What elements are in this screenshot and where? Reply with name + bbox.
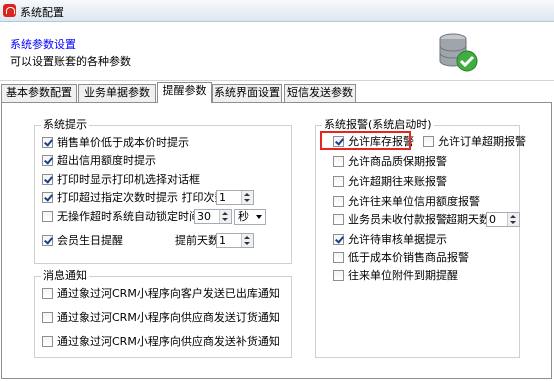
option-label: 通过象过河CRM小程序向供应商发送补货通知 [57,335,280,348]
lock-time-unit-value: 秒 [238,210,249,223]
checkbox[interactable] [423,136,434,147]
lock-time-unit-select[interactable]: 秒 [234,209,266,225]
checkbox[interactable] [333,196,344,207]
checkbox[interactable] [42,312,53,323]
down-arrow-icon[interactable] [222,218,228,221]
option-label: 允许订单超期报警 [438,135,526,148]
up-arrow-icon[interactable] [510,215,516,218]
title-bar: 系统配置 [0,0,554,22]
tab-basic-params[interactable]: 基本参数配置 [1,84,77,102]
overdue-days-value: 0 [489,213,496,226]
advance-days-stepper[interactable]: 1 [216,233,254,248]
database-check-icon [439,33,478,72]
app-logo-icon [3,4,16,17]
tab-ui-settings[interactable]: 系统界面设置 [212,84,282,102]
option-label: 通过象过河CRM小程序向客户发送已出库通知 [57,287,280,300]
checkbox[interactable] [333,252,344,263]
up-arrow-icon[interactable] [222,212,228,215]
advance-days-value: 1 [219,234,226,247]
checkbox[interactable] [42,137,53,148]
up-arrow-icon[interactable] [244,236,250,239]
checkbox[interactable] [42,155,53,166]
option-label: 会员生日提醒 [57,234,123,247]
option-label: 超出信用额度时提示 [57,154,156,167]
down-arrow-icon[interactable] [244,199,250,202]
stepper-buttons[interactable] [241,191,253,204]
option-label: 业务员未收付款报警 [348,213,447,226]
overdue-days-label: 超期天数 [446,213,490,226]
dialog-header: 系统参数设置 可以设置账套的各种参数 [0,22,554,81]
tab-strip: 基本参数配置 业务单据参数 提醒参数 系统界面设置 短信发送参数 [0,82,554,103]
option-label: 允许超期往来账报警 [348,175,447,188]
print-count-value: 1 [219,191,226,204]
chevron-down-icon[interactable] [256,215,262,219]
stock-alarm-highlight [320,131,411,150]
option-label: 允许商品质保期报警 [348,155,447,168]
checkbox[interactable] [333,270,344,281]
option-label: 低于成本价销售商品报警 [348,251,469,264]
checkbox[interactable] [333,176,344,187]
lock-time-value: 30 [197,210,211,223]
checkbox[interactable] [42,288,53,299]
checkbox[interactable] [333,156,344,167]
overdue-days-stepper[interactable]: 0 [486,212,520,227]
stepper-buttons[interactable] [241,234,253,247]
option-label: 无操作超时系统自动锁定时间 [57,210,200,223]
stepper-buttons[interactable] [507,213,519,226]
option-label: 往来单位附件到期提醒 [348,269,458,282]
message-notify-title: 消息通知 [41,269,89,283]
tab-reminder-params[interactable]: 提醒参数 [157,82,212,103]
advance-days-label: 提前天数 [175,234,219,247]
option-label: 打印时显示打印机选择对话框 [57,173,200,186]
print-count-stepper[interactable]: 1 [216,190,254,205]
option-label: 销售单价低于成本价时提示 [57,136,189,149]
checkbox[interactable] [42,336,53,347]
header-subtitle: 可以设置账套的各种参数 [10,55,131,68]
tab-business-doc-params[interactable]: 业务单据参数 [78,84,156,102]
option-label: 允许待审核单据提示 [348,233,447,246]
checkbox[interactable] [42,174,53,185]
system-alarm-title: 系统报警(系统启动时) [322,118,434,132]
checkbox[interactable] [42,211,53,222]
down-arrow-icon[interactable] [244,242,250,245]
checkbox[interactable] [333,214,344,225]
lock-time-stepper[interactable]: 30 [194,209,232,224]
option-label: 打印超过指定次数时提示 打印次数 [57,191,226,204]
option-label: 允许往来单位信用额度报警 [348,195,480,208]
option-label: 通过象过河CRM小程序向供应商发送订货通知 [57,311,280,324]
stepper-buttons[interactable] [219,210,231,223]
tab-sms-params[interactable]: 短信发送参数 [284,84,356,102]
up-arrow-icon[interactable] [244,193,250,196]
down-arrow-icon[interactable] [510,221,516,224]
window-title: 系统配置 [20,6,64,19]
checkbox[interactable] [42,192,53,203]
system-tips-title: 系统提示 [41,118,89,132]
header-title: 系统参数设置 [10,38,76,51]
checkbox[interactable] [42,235,53,246]
checkbox[interactable] [333,234,344,245]
